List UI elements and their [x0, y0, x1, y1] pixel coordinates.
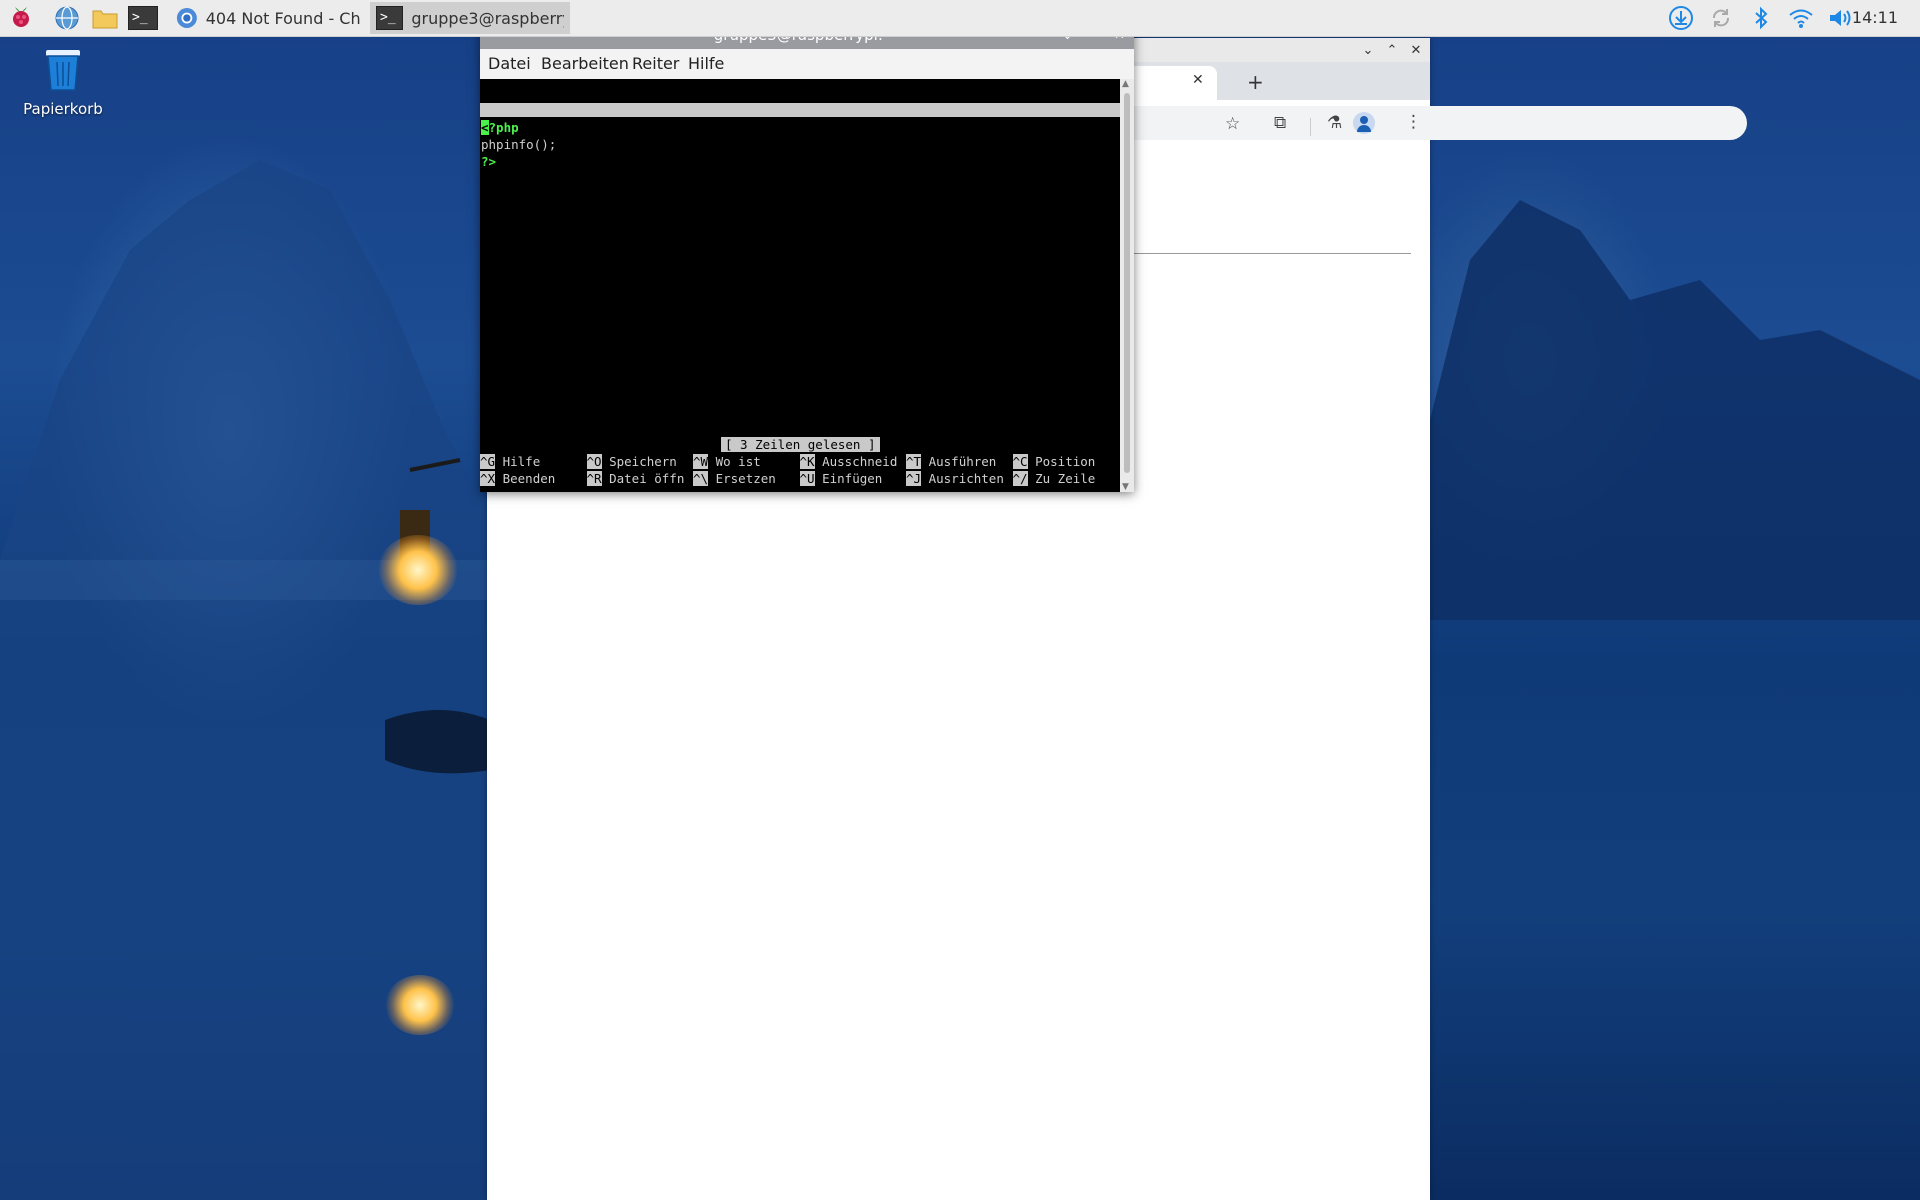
- taskbar: >_ 404 Not Found - Chr.. >_ gruppe3@rasp…: [0, 0, 1920, 37]
- shortcut-label: Einfügen: [814, 471, 883, 486]
- nano-filename: /var/www/html/index.php: [729, 130, 903, 145]
- trash-label: Papierkorb: [23, 100, 103, 118]
- nano-shortcut: ^W Wo ist: [693, 453, 761, 470]
- terminal-scrollbar[interactable]: ▲ ▼: [1120, 79, 1134, 492]
- menu-reiter[interactable]: Reiter: [632, 54, 679, 73]
- lantern-light: [378, 535, 458, 605]
- shortcut-label: Zu Zeile: [1027, 471, 1096, 486]
- shortcut-key: ^X: [480, 471, 496, 486]
- page-horizontal-rule: [1111, 253, 1411, 254]
- file-manager-launcher-icon[interactable]: [90, 3, 120, 33]
- nano-shortcut: ^O Speichern: [586, 453, 677, 470]
- task-label: 404 Not Found - Chr..: [205, 8, 360, 28]
- wifi-icon[interactable]: [1786, 3, 1816, 33]
- shortcut-key: ^R: [586, 471, 602, 486]
- code-line-1-text: ?php: [488, 120, 519, 135]
- browser-menu-icon[interactable]: ⋮: [1405, 112, 1422, 132]
- taskbar-task-chromium[interactable]: 404 Not Found - Chr..: [170, 2, 366, 34]
- chromium-icon: [176, 8, 197, 28]
- nano-shortcut: ^C Position: [1012, 453, 1096, 470]
- nano-shortcut: ^R Datei öffn: [586, 470, 685, 487]
- download-updates-icon[interactable]: [1666, 3, 1696, 33]
- nano-shortcut: ^T Ausführen: [906, 453, 996, 470]
- shortcut-label: Hilfe: [495, 454, 541, 469]
- new-tab-button[interactable]: +: [1247, 70, 1264, 94]
- nano-shortcut: ^\ Ersetzen: [693, 470, 776, 487]
- shortcut-key: ^\: [693, 471, 709, 486]
- raspberry-menu-icon[interactable]: [6, 3, 36, 33]
- shortcut-key: ^G: [480, 454, 496, 469]
- nano-shortcut: ^U Einfügen: [799, 470, 883, 487]
- shortcut-label: Ausschneid: [814, 454, 898, 469]
- terminal-menubar: Datei Bearbeiten Reiter Hilfe: [480, 49, 1134, 79]
- text-cursor: <: [481, 120, 489, 135]
- shortcut-key: ^/: [1012, 471, 1028, 486]
- shortcut-key: ^W: [693, 454, 709, 469]
- code-line-1: <?php: [481, 119, 519, 136]
- nano-shortcut: ^K Ausschneid: [799, 453, 898, 470]
- nano-shortcut: ^X Beenden: [480, 470, 555, 487]
- terminal-launcher-icon[interactable]: >_: [128, 3, 158, 33]
- profile-avatar-icon[interactable]: [1353, 112, 1375, 134]
- toolbar-divider: [1310, 118, 1311, 136]
- labs-flask-icon[interactable]: ⚗: [1327, 113, 1342, 133]
- shortcut-key: ^C: [1012, 454, 1028, 469]
- shortcut-key: ^T: [906, 454, 922, 469]
- code-line-2: phpinfo();: [481, 137, 557, 152]
- trash-icon: [46, 50, 80, 91]
- nano-shortcut: ^J Ausrichten: [906, 470, 1004, 487]
- nano-header: GNU nano 7.2 /var/www/html/index.php: [480, 103, 1120, 145]
- nano-status-message: [ 3 Zeilen gelesen ]: [721, 437, 880, 452]
- maximize-button[interactable]: ⌃: [1381, 39, 1403, 61]
- shortcut-label: Ersetzen: [708, 471, 776, 486]
- shortcut-key: ^K: [799, 454, 815, 469]
- shortcut-label: Position: [1027, 454, 1096, 469]
- web-browser-launcher-icon[interactable]: [52, 3, 82, 33]
- terminal-window[interactable]: gruppe3@raspberrypi: ~ ⌄ ⌃ ✕ Datei Bearb…: [480, 22, 1134, 492]
- close-button[interactable]: ✕: [1405, 39, 1427, 61]
- shortcut-label: Ausführen: [921, 454, 997, 469]
- shortcut-key: ^O: [586, 454, 602, 469]
- tab-close-icon[interactable]: ✕: [1192, 72, 1204, 88]
- menu-bearbeiten[interactable]: Bearbeiten: [541, 54, 629, 73]
- clock[interactable]: 14:11: [1852, 0, 1898, 36]
- terminal-screen[interactable]: GNU nano 7.2 /var/www/html/index.php <?p…: [480, 79, 1120, 492]
- sync-icon[interactable]: [1706, 3, 1736, 33]
- menu-datei[interactable]: Datei: [488, 54, 531, 73]
- scroll-up-arrow-icon[interactable]: ▲: [1122, 79, 1129, 89]
- shortcut-key: ^J: [906, 471, 922, 486]
- scrollbar-thumb[interactable]: [1124, 93, 1130, 473]
- extensions-icon[interactable]: ⧉: [1274, 113, 1286, 133]
- lantern-reflection: [385, 975, 455, 1035]
- bookmark-star-icon[interactable]: ☆: [1225, 114, 1240, 134]
- shortcut-label: Ausrichten: [921, 471, 1004, 486]
- minimize-button[interactable]: ⌄: [1357, 39, 1379, 61]
- taskbar-task-terminal[interactable]: >_ gruppe3@raspberryp: [370, 2, 570, 34]
- shortcut-label: Beenden: [495, 471, 556, 486]
- bluetooth-icon[interactable]: [1746, 3, 1776, 33]
- scroll-down-arrow-icon[interactable]: ▼: [1122, 482, 1129, 492]
- shortcut-label: Datei öffn: [601, 471, 685, 486]
- nano-shortcut: ^/ Zu Zeile: [1012, 470, 1096, 487]
- shortcut-key: ^U: [799, 471, 815, 486]
- code-line-3: ?>: [481, 154, 497, 169]
- trash-desktop-icon[interactable]: Papierkorb: [20, 44, 106, 118]
- task-label: gruppe3@raspberryp: [411, 8, 564, 28]
- shortcut-label: Wo ist: [708, 454, 761, 469]
- shortcut-label: Speichern: [601, 454, 677, 469]
- nano-shortcut: ^G Hilfe: [480, 453, 540, 470]
- menu-hilfe[interactable]: Hilfe: [688, 54, 724, 73]
- terminal-icon: >_: [376, 6, 404, 30]
